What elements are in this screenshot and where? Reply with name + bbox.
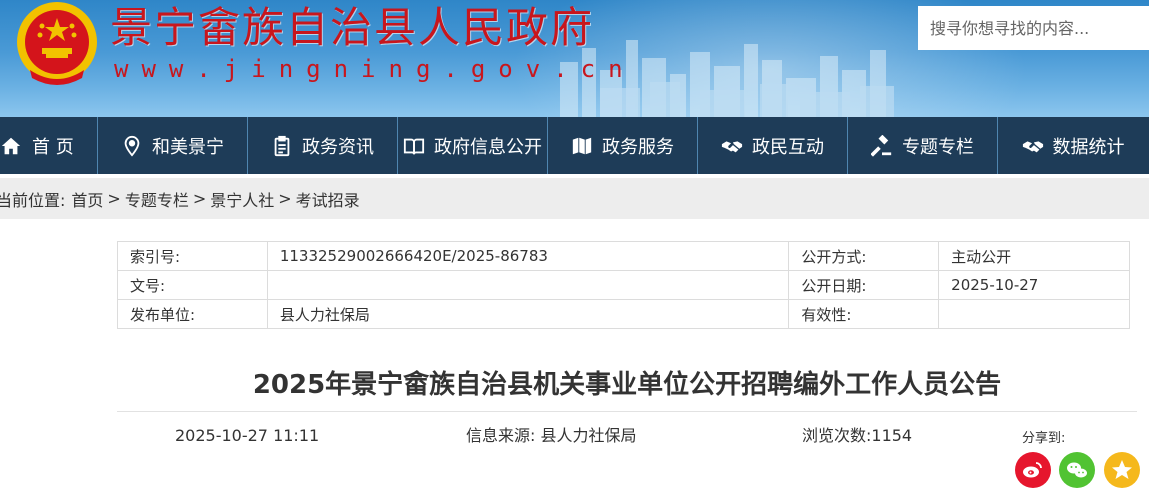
weibo-icon [1023, 462, 1042, 478]
meta-label: 文号: [117, 270, 268, 300]
site-title: 景宁畲族自治县人民政府 [110, 3, 595, 52]
article-title: 2025年景宁畲族自治县机关事业单位公开招聘编外工作人员公告 [252, 370, 1002, 400]
meta-value-validity [938, 299, 1130, 329]
wechat-icon [1067, 462, 1087, 478]
nav-item-label: 政务资讯 [302, 136, 374, 158]
breadcrumb-home[interactable]: 首页 [71, 187, 103, 211]
clipboard-icon [274, 135, 290, 156]
nav-item-statistics[interactable]: 数据统计 [998, 117, 1148, 174]
nav-item-hemei-jingning[interactable]: 和美景宁 [98, 117, 248, 174]
nav-item-label: 政府信息公开 [434, 136, 542, 158]
breadcrumb-prefix: 当前位置: [0, 190, 66, 210]
breadcrumb-separator: > [278, 189, 292, 208]
meta-label: 公开日期: [788, 270, 940, 300]
nav-item-label: 政民互动 [752, 136, 824, 158]
share-weibo-button[interactable] [1015, 452, 1051, 488]
site-domain: www.jingning.gov.cn [114, 55, 636, 83]
meta-label: 有效性: [788, 299, 940, 329]
document-meta-table: 索引号: 11332529002666420E/2025-86783 公开方式:… [117, 241, 1130, 329]
table-row: 文号: 公开日期: 2025-10-27 [117, 270, 1130, 300]
handshake-icon [1022, 140, 1043, 152]
meta-value-doc-no [266, 270, 790, 300]
nav-item-news[interactable]: 政务资讯 [248, 117, 398, 174]
meta-value-index-no: 11332529002666420E/2025-86783 [266, 241, 790, 271]
meta-value-disclosure-mode: 主动公开 [938, 241, 1130, 271]
handshake-icon [721, 140, 743, 152]
meta-label: 发布单位: [117, 299, 268, 329]
meta-value-publish-date: 2025-10-27 [938, 270, 1130, 300]
nav-item-label: 和美景宁 [152, 136, 224, 158]
qzone-icon [1112, 460, 1132, 479]
meta-label: 公开方式: [788, 241, 940, 271]
site-header: 景宁畲族自治县人民政府 www.jingning.gov.cn [0, 0, 1149, 117]
nav-item-gov-services[interactable]: 政务服务 [548, 117, 698, 174]
search-input[interactable] [918, 6, 1149, 50]
location-pin-icon [124, 135, 140, 157]
home-icon [1, 137, 21, 154]
map-icon [572, 137, 592, 154]
nav-item-info-disclosure[interactable]: 政府信息公开 [398, 117, 548, 174]
breadcrumb-separator: > [192, 189, 207, 208]
nav-item-label: 数据统计 [1052, 136, 1125, 158]
share-label: 分享到: [1022, 431, 1066, 446]
nav-item-label: 政务服务 [602, 136, 674, 158]
meta-value-publisher: 县人力社保局 [266, 299, 790, 329]
breadcrumb-special-topics[interactable]: 专题专栏 [125, 187, 189, 211]
breadcrumb: 当前位置: 首页 > 专题专栏 > 景宁人社 > 考试招录 [0, 178, 1149, 219]
open-book-icon [403, 138, 425, 154]
share-qzone-button[interactable] [1104, 452, 1140, 488]
gavel-icon [871, 134, 892, 157]
meta-label: 索引号: [117, 241, 268, 271]
breadcrumb-separator: > [107, 189, 121, 208]
article-date: 2025-10-27 11:11 [175, 426, 320, 445]
nav-item-label: 专题专栏 [902, 136, 974, 158]
breadcrumb-jingning-hr[interactable]: 景宁人社 [210, 187, 274, 211]
article-views: 浏览次数:1154 [802, 426, 913, 445]
nav-item-home[interactable]: 首 页 [0, 117, 98, 174]
breadcrumb-exams[interactable]: 考试招录 [296, 187, 360, 211]
share-wechat-button[interactable] [1059, 452, 1095, 488]
nav-item-label: 首 页 [32, 136, 74, 158]
table-row: 发布单位: 县人力社保局 有效性: [117, 299, 1130, 329]
national-emblem-icon [17, 2, 97, 85]
table-row: 索引号: 11332529002666420E/2025-86783 公开方式:… [117, 241, 1130, 271]
title-divider [117, 411, 1137, 412]
nav-item-special-topics[interactable]: 专题专栏 [848, 117, 998, 174]
nav-item-interaction[interactable]: 政民互动 [698, 117, 848, 174]
article-source: 信息来源: 县人力社保局 [466, 426, 637, 445]
main-nav: 首 页 和美景宁 政务资讯 政府信息公开 政务服务 政民互动 专题专栏 数据统计 [0, 117, 1149, 174]
